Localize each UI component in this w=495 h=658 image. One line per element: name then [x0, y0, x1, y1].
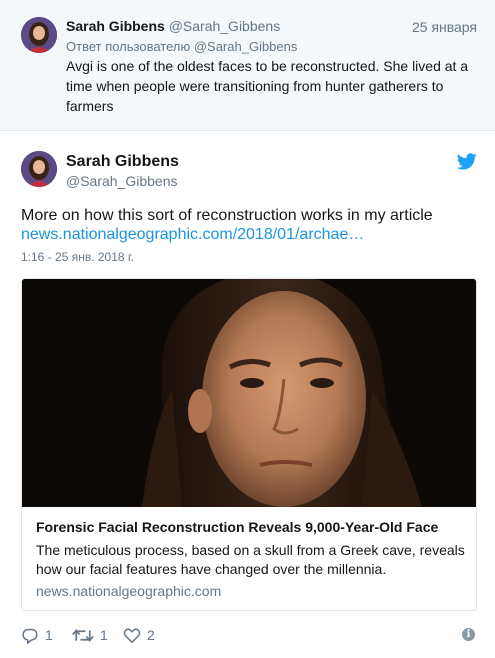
- card-description: The meticulous process, based on a skull…: [36, 542, 465, 577]
- reply-icon: [21, 627, 39, 644]
- main-tweet: Sarah Gibbens @Sarah_Gibbens More on how…: [0, 131, 495, 658]
- author-name[interactable]: Sarah Gibbens: [66, 18, 165, 34]
- card-title[interactable]: Forensic Facial Reconstruction Reveals 9…: [36, 519, 438, 535]
- reply-button[interactable]: 1: [21, 625, 53, 645]
- author-handle[interactable]: @Sarah_Gibbens: [66, 173, 178, 189]
- reply-count: 1: [45, 627, 53, 643]
- link-card[interactable]: Forensic Facial Reconstruction Reveals 9…: [21, 278, 477, 611]
- tweet-date[interactable]: 25 января: [412, 19, 477, 35]
- tweet-text: More on how this sort of reconstruction …: [21, 207, 433, 224]
- author-line: Sarah Gibbens @Sarah_Gibbens: [66, 18, 280, 34]
- tweet-text: Avgi is one of the oldest faces to be re…: [66, 58, 469, 114]
- like-count: 2: [147, 627, 155, 643]
- card-image[interactable]: [22, 279, 476, 507]
- retweet-count: 1: [100, 627, 108, 643]
- avatar[interactable]: [21, 17, 57, 53]
- avatar[interactable]: [21, 151, 57, 187]
- heart-icon: [123, 627, 141, 644]
- author-name[interactable]: Sarah Gibbens: [66, 153, 179, 171]
- tweet-timestamp[interactable]: 1:16 - 25 янв. 2018 г.: [21, 250, 134, 264]
- retweet-button[interactable]: 1: [72, 625, 108, 645]
- like-button[interactable]: 2: [123, 625, 155, 645]
- article-link[interactable]: news.nationalgeographic.com/2018/01/arch…: [21, 226, 364, 244]
- retweet-icon: [72, 627, 94, 644]
- twitter-bird-icon[interactable]: [456, 153, 477, 170]
- info-icon[interactable]: i: [462, 628, 475, 641]
- card-domain: news.nationalgeographic.com: [36, 583, 222, 599]
- author-handle[interactable]: @Sarah_Gibbens: [169, 18, 281, 34]
- parent-tweet[interactable]: Sarah Gibbens @Sarah_Gibbens 25 января О…: [0, 0, 495, 131]
- reply-to-line[interactable]: Ответ пользователю @Sarah_Gibbens: [66, 39, 297, 54]
